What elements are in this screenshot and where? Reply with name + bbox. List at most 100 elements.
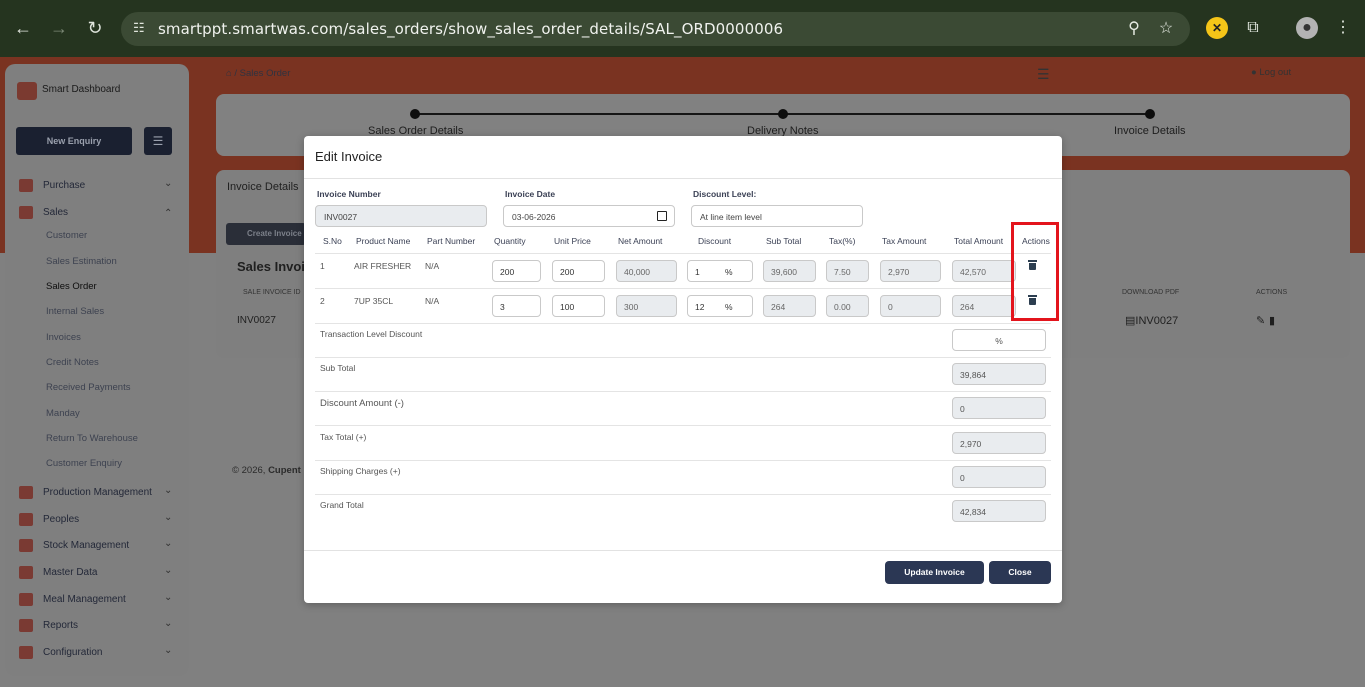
footer: © 2026, Cupent <box>232 465 301 476</box>
address-bar[interactable]: ☷ smartppt.smartwas.com/sales_orders/sho… <box>121 12 1190 46</box>
sidebar-sub-credit-notes[interactable]: Credit Notes <box>46 357 99 368</box>
pdf-file-icon: ▤ <box>1125 315 1136 327</box>
row2-part: N/A <box>425 296 440 306</box>
row-divider <box>315 253 1051 254</box>
forward-icon[interactable]: → <box>48 17 70 39</box>
sidebar-sub-sales-order[interactable]: Sales Order <box>46 281 97 292</box>
invoice-date-field[interactable]: 03-06-2026 <box>503 205 675 227</box>
delete-icon[interactable]: ▮ <box>1269 314 1275 327</box>
create-invoice-button[interactable]: Create Invoice <box>226 223 306 245</box>
sidebar-item-meal[interactable]: Meal Management ⌄ <box>5 590 189 610</box>
chevron-down-icon: ⌄ <box>164 512 173 523</box>
sidebar-sub-customer-enquiry[interactable]: Customer Enquiry <box>46 458 122 469</box>
row-divider <box>315 357 1051 358</box>
transaction-discount-input[interactable]: % <box>952 329 1046 351</box>
invoice-number-field: INV0027 <box>315 205 487 227</box>
sub-total-label: Sub Total <box>320 363 356 373</box>
row-divider <box>315 460 1051 461</box>
sidebar-item-purchase[interactable]: Purchase ⌄ <box>5 176 189 196</box>
shipping-label: Shipping Charges (+) <box>320 466 401 476</box>
sidebar-item-production[interactable]: Production Management ⌄ <box>5 483 189 503</box>
grand-total-field: 42,834 <box>952 500 1046 522</box>
edit-icon[interactable]: ✎ <box>1256 314 1265 327</box>
config-icon <box>19 646 33 659</box>
sidebar-sub-manday[interactable]: Manday <box>46 408 80 419</box>
new-enquiry-button[interactable]: New Enquiry <box>16 127 132 155</box>
sidebar-sub-invoices[interactable]: Invoices <box>46 332 81 343</box>
sidebar-item-stock[interactable]: Stock Management ⌄ <box>5 536 189 556</box>
row2-unit-price-input[interactable]: 100 <box>552 295 605 317</box>
chevron-up-icon: ⌃ <box>164 208 173 219</box>
meal-icon <box>19 593 33 606</box>
bookmark-star-icon[interactable]: ☆ <box>1156 19 1176 39</box>
col-quantity: Quantity <box>494 236 526 246</box>
invoice-id-cell: INV0027 <box>237 315 276 326</box>
cart-icon <box>19 179 33 192</box>
divider <box>304 178 1062 179</box>
shipping-field: 0 <box>952 466 1046 488</box>
row2-tax-amount: 0 <box>880 295 941 317</box>
update-invoice-button[interactable]: Update Invoice <box>885 561 984 584</box>
row2-sno: 2 <box>320 296 325 306</box>
row1-unit-price-input[interactable]: 200 <box>552 260 605 282</box>
row-divider <box>315 391 1051 392</box>
step-label[interactable]: Invoice Details <box>1114 125 1186 137</box>
row1-net-amount: 40,000 <box>616 260 677 282</box>
row1-quantity-input[interactable]: 200 <box>492 260 541 282</box>
site-settings-icon[interactable]: ☷ <box>133 20 151 38</box>
col-total-amount: Total Amount <box>954 236 1004 246</box>
step-dot <box>778 109 788 119</box>
user-icon: ● <box>1251 67 1257 78</box>
chevron-down-icon: ⌄ <box>164 178 173 189</box>
row2-discount-input[interactable]: 12% <box>687 295 753 317</box>
sidebar-sub-customer[interactable]: Customer <box>46 230 87 241</box>
close-button[interactable]: Close <box>989 561 1051 584</box>
sidebar-item-sales[interactable]: Sales ⌃ <box>5 203 189 223</box>
row2-total-amount: 264 <box>952 295 1016 317</box>
sidebar: Smart Dashboard New Enquiry ☰ Purchase ⌄ … <box>5 64 189 676</box>
discount-level-field[interactable]: At line item level <box>691 205 863 227</box>
sidebar-item-configuration[interactable]: Configuration ⌄ <box>5 643 189 663</box>
chevron-down-icon: ⌄ <box>164 485 173 496</box>
col-part-number: Part Number <box>427 236 476 246</box>
row1-discount-input[interactable]: 1% <box>687 260 753 282</box>
stock-icon <box>19 539 33 552</box>
people-icon <box>19 513 33 526</box>
percent-suffix: % <box>725 302 733 312</box>
row-divider <box>315 323 1051 324</box>
divider <box>304 550 1062 551</box>
sidebar-sub-received-payments[interactable]: Received Payments <box>46 382 130 393</box>
reports-icon <box>19 619 33 632</box>
invoice-date-label: Invoice Date <box>505 189 556 199</box>
sub-total-field: 39,864 <box>952 363 1046 385</box>
pdf-link[interactable]: ▤INV0027 <box>1125 314 1178 327</box>
extension-icon[interactable]: ✕ <box>1206 17 1228 39</box>
zoom-icon[interactable]: ⚲ <box>1124 19 1144 39</box>
sidebar-sub-internal-sales[interactable]: Internal Sales <box>46 306 104 317</box>
sidebar-menu-icon[interactable]: ☰ <box>144 127 172 155</box>
step-dot <box>1145 109 1155 119</box>
menu-toggle-icon[interactable]: ☰ <box>1037 66 1050 83</box>
calendar-icon[interactable] <box>657 211 667 221</box>
col-header: ACTIONS <box>1256 289 1288 296</box>
chevron-down-icon: ⌄ <box>164 538 173 549</box>
sidebar-sub-return-to-warehouse[interactable]: Return To Warehouse <box>46 433 138 444</box>
reload-icon[interactable]: ↻ <box>84 17 106 39</box>
puzzle-icon[interactable]: ⧉ <box>1242 17 1264 39</box>
profile-avatar-icon[interactable]: ● <box>1296 17 1318 39</box>
home-icon[interactable]: ⌂ <box>226 68 232 79</box>
chevron-down-icon: ⌄ <box>164 645 173 656</box>
logout-link[interactable]: ● Log out <box>1251 67 1291 78</box>
sidebar-item-peoples[interactable]: Peoples ⌄ <box>5 510 189 530</box>
sidebar-sub-sales-estimation[interactable]: Sales Estimation <box>46 256 117 267</box>
row-divider <box>315 494 1051 495</box>
col-tax-amount: Tax Amount <box>882 236 927 246</box>
back-icon[interactable]: ← <box>12 17 34 39</box>
col-discount: Discount <box>698 236 732 246</box>
sidebar-item-master-data[interactable]: Master Data ⌄ <box>5 563 189 583</box>
sidebar-item-reports[interactable]: Reports ⌄ <box>5 616 189 636</box>
row2-quantity-input[interactable]: 3 <box>492 295 541 317</box>
kebab-menu-icon[interactable]: ⋮ <box>1332 17 1354 39</box>
row1-tax-amount: 2,970 <box>880 260 941 282</box>
discount-amount-field: 0 <box>952 397 1046 419</box>
